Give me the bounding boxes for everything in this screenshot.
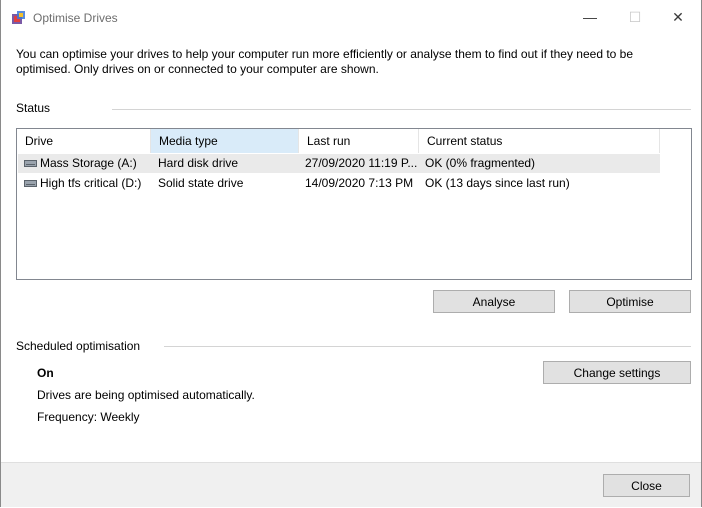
minimize-button[interactable]: — xyxy=(567,0,613,34)
column-header-media-type[interactable]: Media type xyxy=(151,129,299,153)
title-bar: Optimise Drives — ☐ ✕ xyxy=(1,0,701,34)
maximize-button[interactable]: ☐ xyxy=(612,0,658,34)
close-window-button[interactable]: ✕ xyxy=(655,0,701,34)
column-header-drive[interactable]: Drive xyxy=(17,129,151,153)
status-section-label: Status xyxy=(16,101,51,115)
scheduled-divider xyxy=(164,346,691,347)
intro-text: You can optimise your drives to help you… xyxy=(16,47,634,76)
close-button[interactable]: Close xyxy=(603,474,690,497)
optimise-button[interactable]: Optimise xyxy=(569,290,691,313)
minimize-icon: — xyxy=(583,9,597,25)
status-divider xyxy=(112,109,691,110)
window-title: Optimise Drives xyxy=(33,11,118,25)
change-settings-button[interactable]: Change settings xyxy=(543,361,691,384)
schedule-frequency: Frequency: Weekly xyxy=(37,410,140,424)
column-header-current-status[interactable]: Current status xyxy=(419,129,660,153)
scheduled-section-label: Scheduled optimisation xyxy=(16,339,141,353)
drive-current-status: OK (0% fragmented) xyxy=(425,156,536,170)
drive-row[interactable]: Mass Storage (A:) Hard disk drive 27/09/… xyxy=(18,154,660,173)
optimise-drives-window: Optimise Drives — ☐ ✕ You can optimise y… xyxy=(0,0,702,507)
drive-name: Mass Storage (A:) xyxy=(40,156,137,170)
schedule-state: On xyxy=(37,366,54,380)
dialog-footer: Close xyxy=(1,462,701,507)
hard-drive-icon xyxy=(24,160,37,167)
hard-drive-icon xyxy=(24,180,37,187)
column-header-last-run[interactable]: Last run xyxy=(299,129,419,153)
drive-row[interactable]: High tfs critical (D:) Solid state drive… xyxy=(18,174,660,193)
maximize-icon: ☐ xyxy=(628,8,642,25)
drive-name: High tfs critical (D:) xyxy=(40,176,142,190)
close-icon: ✕ xyxy=(672,8,684,25)
drive-last-run: 27/09/2020 11:19 P... xyxy=(305,156,418,170)
drive-current-status: OK (13 days since last run) xyxy=(425,176,570,190)
schedule-description: Drives are being optimised automatically… xyxy=(37,388,255,402)
drive-media-type: Hard disk drive xyxy=(158,156,239,170)
drive-list[interactable]: Drive Media type Last run Current status… xyxy=(16,128,692,280)
defrag-app-icon xyxy=(12,11,25,24)
analyse-button[interactable]: Analyse xyxy=(433,290,555,313)
drive-media-type: Solid state drive xyxy=(158,176,244,190)
drive-last-run: 14/09/2020 7:13 PM xyxy=(305,176,414,190)
